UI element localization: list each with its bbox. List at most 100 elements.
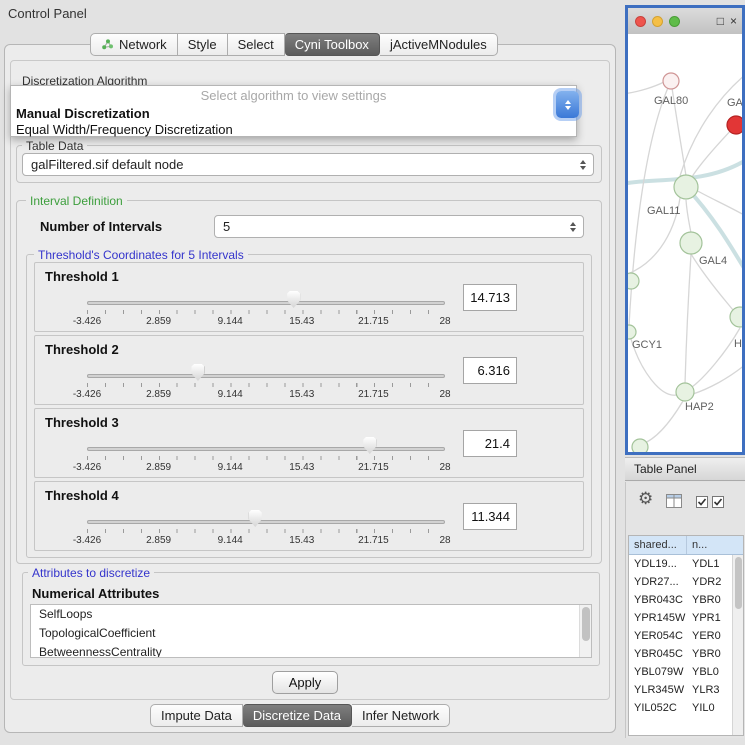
algorithm-combo-arrow-button[interactable] — [556, 91, 579, 118]
table-row[interactable]: YPR145WYPR1 — [629, 609, 743, 627]
slider-scale-label: 21.715 — [343, 389, 403, 400]
table-row[interactable]: YDR27...YDR2 — [629, 573, 743, 591]
tab-select[interactable]: Select — [228, 33, 285, 56]
scrollbar-thumb[interactable] — [582, 607, 590, 641]
close-window-icon[interactable]: × — [730, 15, 737, 27]
network-node[interactable] — [628, 273, 639, 289]
threshold-value-field[interactable]: 14.713 — [463, 284, 517, 311]
network-view-frame: □ × GAL80GAGAL11GAL4HGCY1HAP2 — [625, 5, 745, 455]
tab-cyni-toolbox[interactable]: Cyni Toolbox — [285, 33, 380, 56]
numerical-attributes-list[interactable]: SelfLoopsTopologicalCoefficientBetweenne… — [30, 604, 592, 658]
network-view-titlebar[interactable]: □ × — [628, 8, 742, 34]
network-node-gal80[interactable] — [663, 73, 679, 89]
network-icon — [101, 38, 114, 51]
network-canvas[interactable]: GAL80GAGAL11GAL4HGCY1HAP2 — [628, 34, 742, 452]
number-of-intervals-value: 5 — [223, 219, 230, 234]
threshold-value-field[interactable]: 6.316 — [463, 357, 517, 384]
threshold-value-field[interactable]: 21.4 — [463, 430, 517, 457]
scrollbar-thumb[interactable] — [735, 557, 742, 609]
table-data-combo[interactable]: galFiltered.sif default node — [22, 153, 594, 176]
tab-discretize-data[interactable]: Discretize Data — [243, 704, 352, 727]
table-panel-title: Table Panel — [634, 462, 697, 476]
network-node-gal11[interactable] — [674, 175, 698, 199]
network-edge[interactable] — [628, 82, 664, 94]
network-edge[interactable] — [685, 254, 691, 384]
table-row[interactable]: YER054CYER0 — [629, 627, 743, 645]
tab-impute-data[interactable]: Impute Data — [150, 704, 243, 727]
column-header-name[interactable]: n... — [687, 536, 743, 554]
slider-track[interactable] — [87, 520, 445, 524]
slider-track[interactable] — [87, 447, 445, 451]
algorithm-placeholder-item[interactable]: Select algorithm to view settings — [11, 86, 576, 106]
table-cell-shared-name: YLR345W — [629, 681, 687, 699]
node-label: GAL4 — [699, 255, 727, 267]
network-edge[interactable] — [696, 190, 742, 216]
combo-stepper-icon — [570, 222, 583, 232]
table-row[interactable]: YBR043CYBR0 — [629, 591, 743, 609]
threshold-value-field[interactable]: 11.344 — [463, 503, 517, 530]
slider-thumb[interactable] — [191, 364, 204, 381]
table-scrollbar[interactable] — [732, 555, 743, 735]
slider-track[interactable] — [87, 374, 445, 378]
slider-scale-label: -3.426 — [57, 389, 117, 400]
columns-icon[interactable] — [666, 494, 683, 509]
network-node-h[interactable] — [730, 307, 742, 327]
network-edge[interactable] — [642, 401, 683, 444]
threshold-block-4: Threshold 4-3.4262.8599.14415.4321.71528… — [34, 481, 584, 551]
table-row[interactable]: YBR045CYBR0 — [629, 645, 743, 663]
tab-infer-network[interactable]: Infer Network — [352, 704, 450, 727]
slider-scale-label: -3.426 — [57, 535, 117, 546]
algorithm-option-equal-width-frequency[interactable]: Equal Width/Frequency Discretization — [11, 122, 576, 138]
table-row[interactable]: YIL052CYIL0 — [629, 699, 743, 717]
table-row[interactable]: YLR345WYLR3 — [629, 681, 743, 699]
node-label: HAP2 — [685, 401, 714, 413]
algorithm-option-manual-discretization[interactable]: Manual Discretization — [11, 106, 576, 122]
traffic-light-close-icon[interactable] — [635, 16, 646, 27]
slider-scale-label: 9.144 — [200, 316, 260, 327]
table-panel-body: ⚙ shared... n... YDL19...YDL1YDR27...YDR… — [625, 482, 745, 738]
table-header-row[interactable]: shared... n... — [629, 536, 743, 555]
table-row[interactable]: YDL19...YDL1 — [629, 555, 743, 573]
slider-thumb[interactable] — [287, 291, 300, 308]
table-cell-shared-name: YDL19... — [629, 555, 687, 573]
tab-jactivemnodules[interactable]: jActiveMNodules — [380, 33, 498, 56]
network-node-gal4[interactable] — [680, 232, 702, 254]
table-row[interactable]: YBL079WYBL0 — [629, 663, 743, 681]
thresholds-group-title: Threshold's Coordinates for 5 Intervals — [34, 248, 248, 262]
network-edge[interactable] — [686, 200, 691, 233]
slider-scale-label: 21.715 — [343, 535, 403, 546]
gear-icon[interactable]: ⚙ — [638, 490, 653, 507]
attribute-list-item[interactable]: TopologicalCoefficient — [31, 624, 591, 643]
network-node-hap2[interactable] — [676, 383, 694, 401]
attribute-list-item[interactable]: SelfLoops — [31, 605, 591, 624]
number-of-intervals-combo[interactable]: 5 — [214, 215, 584, 238]
checkbox-checked-icon[interactable] — [712, 496, 724, 508]
network-node[interactable] — [632, 439, 648, 452]
slider-track[interactable] — [87, 301, 445, 305]
list-scrollbar[interactable] — [579, 605, 591, 657]
tab-network[interactable]: Network — [90, 33, 178, 56]
column-header-shared-name[interactable]: shared... — [629, 536, 687, 554]
table-panel-titlebar[interactable]: Table Panel — [625, 457, 745, 481]
table-data-combo-value: galFiltered.sif default node — [31, 157, 183, 172]
tab-style[interactable]: Style — [178, 33, 228, 56]
apply-button[interactable]: Apply — [272, 671, 338, 694]
checkbox-checked-icon[interactable] — [696, 496, 708, 508]
network-node-gcy1[interactable] — [628, 325, 636, 339]
slider-scale-label: 28 — [415, 389, 475, 400]
attribute-list-item[interactable]: BetweennessCentrality — [31, 643, 591, 658]
network-node-ga[interactable] — [727, 116, 742, 134]
slider-thumb[interactable] — [363, 437, 376, 454]
slider-thumb[interactable] — [249, 510, 262, 527]
table-cell-shared-name: YBR045C — [629, 645, 687, 663]
thresholds-container: Threshold 1-3.4262.8599.14415.4321.71528… — [34, 262, 584, 554]
control-panel-title: Control Panel — [8, 6, 87, 21]
traffic-light-minimize-icon[interactable] — [652, 16, 663, 27]
attributes-group-title: Attributes to discretize — [28, 566, 154, 580]
network-edge[interactable] — [629, 81, 671, 326]
traffic-light-zoom-icon[interactable] — [669, 16, 680, 27]
network-edge[interactable] — [692, 328, 740, 387]
float-window-icon[interactable]: □ — [717, 15, 724, 27]
node-label: GAL80 — [654, 95, 688, 107]
network-canvas-svg[interactable]: GAL80GAGAL11GAL4HGCY1HAP2 — [628, 34, 742, 452]
